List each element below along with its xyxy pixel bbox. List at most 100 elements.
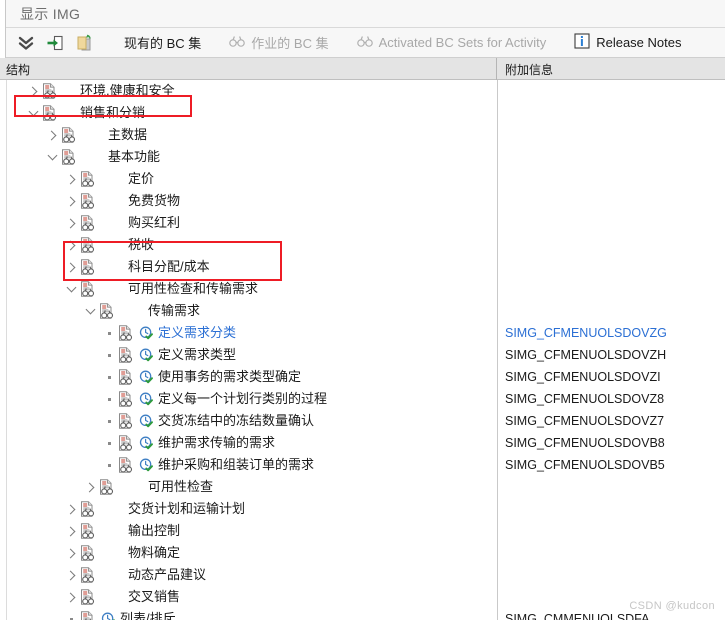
toolbar-action-release-notes[interactable]: Release Notes <box>574 33 682 52</box>
img-activity-executed-icon[interactable] <box>138 454 154 476</box>
page-title: 显示 IMG <box>20 5 81 22</box>
img-structure-node-icon <box>97 476 115 498</box>
additional-info-simg-code: SIMG_CMMENUOLSDFA <box>505 612 650 620</box>
tree-row[interactable]: 维护需求传输的需求 SIMG_CFMENUOLSDOVB8 <box>0 432 725 454</box>
tree-row[interactable]: 销售和分销 <box>0 102 725 124</box>
tree-row-label[interactable]: 列表/排斥 <box>120 608 176 620</box>
tree-toggle-collapsed-icon[interactable] <box>64 212 78 234</box>
tree-toggle-expanded-icon[interactable] <box>64 278 78 300</box>
img-activity-executed-icon[interactable] <box>138 410 154 432</box>
toolbar-action-label: 现有的 BC 集 <box>124 36 202 51</box>
img-activity-executed-icon[interactable] <box>138 366 154 388</box>
tree-row-label[interactable]: 交叉销售 <box>128 586 180 608</box>
tree-toggle-collapsed-icon[interactable] <box>64 498 78 520</box>
tree-row[interactable]: 物料确定 <box>0 542 725 564</box>
tree-row-label[interactable]: 使用事务的需求类型确定 <box>158 366 301 388</box>
tree-toggle-collapsed-icon[interactable] <box>83 476 97 498</box>
img-structure-node-icon <box>97 300 115 322</box>
tree-leaf-bullet-icon <box>102 366 116 388</box>
tree-row-label[interactable]: 免费货物 <box>128 190 180 212</box>
img-structure-node-icon <box>78 168 96 190</box>
tree-row-label[interactable]: 维护需求传输的需求 <box>158 432 275 454</box>
tree-toggle-collapsed-icon[interactable] <box>64 564 78 586</box>
toolbar-action-activated-bc-sets[interactable]: Activated BC Sets for Activity <box>356 34 547 51</box>
tree-row-label[interactable]: 可用性检查和传输需求 <box>128 278 258 300</box>
tree-toggle-expanded-icon[interactable] <box>45 146 59 168</box>
tree-toggle-collapsed-icon[interactable] <box>64 256 78 278</box>
tree-row[interactable]: 税收 <box>0 234 725 256</box>
tree-row[interactable]: 定义需求类型 SIMG_CFMENUOLSDOVZH <box>0 344 725 366</box>
toolbar-action-job-bc-sets[interactable]: 作业的 BC 集 <box>229 33 329 52</box>
tree-row[interactable]: 主数据 <box>0 124 725 146</box>
tree-toggle-collapsed-icon[interactable] <box>64 542 78 564</box>
tree-toggle-collapsed-icon[interactable] <box>64 520 78 542</box>
tree-row-label[interactable]: 环境,健康和安全 <box>80 80 175 102</box>
tree-toggle-collapsed-icon[interactable] <box>64 586 78 608</box>
tree-leaf-bullet-icon <box>102 344 116 366</box>
tree-row[interactable]: 基本功能 <box>0 146 725 168</box>
paste-clipboard-icon[interactable] <box>74 33 94 53</box>
tree-row[interactable]: 列表/排斥 SIMG_CMMENUOLSDFA <box>0 608 725 620</box>
binoculars-icon <box>356 34 373 51</box>
tree-row[interactable]: 维护采购和组装订单的需求 SIMG_CFMENUOLSDOVB5 <box>0 454 725 476</box>
tree-row[interactable]: 定价 <box>0 168 725 190</box>
tree-row-label[interactable]: 税收 <box>128 234 154 256</box>
tree-row-label[interactable]: 基本功能 <box>108 146 160 168</box>
tree-row-label[interactable]: 输出控制 <box>128 520 180 542</box>
tree-row[interactable]: 定义需求分类 SIMG_CFMENUOLSDOVZG <box>0 322 725 344</box>
toolbar-action-label: Activated BC Sets for Activity <box>378 35 547 50</box>
tree-row-label[interactable]: 维护采购和组装订单的需求 <box>158 454 314 476</box>
additional-info-simg-code: SIMG_CFMENUOLSDOVZI <box>505 370 661 384</box>
tree-row[interactable]: 购买红利 <box>0 212 725 234</box>
tree-row-label[interactable]: 可用性检查 <box>148 476 213 498</box>
tree-row-label[interactable]: 交货冻结中的冻结数量确认 <box>158 410 314 432</box>
column-header-structure[interactable]: 结构 <box>0 58 497 80</box>
tree-row-label[interactable]: 交货计划和运输计划 <box>128 498 245 520</box>
collapse-all-icon[interactable] <box>16 33 36 53</box>
tree-row-label[interactable]: 定义需求类型 <box>158 344 236 366</box>
tree-row-label[interactable]: 定价 <box>128 168 154 190</box>
tree-toggle-expanded-icon[interactable] <box>26 102 40 124</box>
additional-info-simg-code: SIMG_CFMENUOLSDOVZ8 <box>505 392 665 406</box>
tree-row-label[interactable]: 定义每一个计划行类别的过程 <box>158 388 327 410</box>
tree-toggle-collapsed-icon[interactable] <box>64 234 78 256</box>
img-structure-node-icon <box>116 388 134 410</box>
tree-toggle-collapsed-icon[interactable] <box>26 80 40 102</box>
img-structure-node-icon <box>116 344 134 366</box>
toolbar-action-existing-bc-sets[interactable]: 现有的 BC 集 <box>124 33 201 52</box>
title-bar-edge <box>0 0 6 28</box>
tree-row[interactable]: 输出控制 <box>0 520 725 542</box>
tree-row[interactable]: 可用性检查 <box>0 476 725 498</box>
tree-row-label[interactable]: 动态产品建议 <box>128 564 206 586</box>
expand-node-icon[interactable] <box>45 33 65 53</box>
tree-row[interactable]: 免费货物 <box>0 190 725 212</box>
tree-row[interactable]: 动态产品建议 <box>0 564 725 586</box>
img-activity-executed-icon[interactable] <box>138 388 154 410</box>
tree-row-label[interactable]: 主数据 <box>108 124 147 146</box>
tree-row-label[interactable]: 销售和分销 <box>80 102 145 124</box>
tree-toggle-collapsed-icon[interactable] <box>64 190 78 212</box>
tree-row[interactable]: 环境,健康和安全 <box>0 80 725 102</box>
tree-toggle-expanded-icon[interactable] <box>83 300 97 322</box>
tree-row[interactable]: 科目分配/成本 <box>0 256 725 278</box>
img-activity-executed-icon[interactable] <box>138 432 154 454</box>
column-header-additional-info[interactable]: 附加信息 <box>497 58 725 80</box>
tree-toggle-collapsed-icon[interactable] <box>45 124 59 146</box>
tree-leaf-bullet-icon <box>102 410 116 432</box>
tree-row[interactable]: 交货计划和运输计划 <box>0 498 725 520</box>
tree-row-label[interactable]: 科目分配/成本 <box>128 256 210 278</box>
tree-row[interactable]: 可用性检查和传输需求 <box>0 278 725 300</box>
img-activity-executed-icon[interactable] <box>100 608 116 620</box>
tree-row-label[interactable]: 物料确定 <box>128 542 180 564</box>
tree-toggle-collapsed-icon[interactable] <box>64 168 78 190</box>
tree-row[interactable]: 传输需求 <box>0 300 725 322</box>
tree-row[interactable]: 定义每一个计划行类别的过程 SIMG_CFMENUOLSDOVZ8 <box>0 388 725 410</box>
tree-row-label[interactable]: 定义需求分类 <box>158 322 236 344</box>
tree-row-label[interactable]: 购买红利 <box>128 212 180 234</box>
tree-row[interactable]: 交货冻结中的冻结数量确认 SIMG_CFMENUOLSDOVZ7 <box>0 410 725 432</box>
tree-row[interactable]: 使用事务的需求类型确定 SIMG_CFMENUOLSDOVZI <box>0 366 725 388</box>
img-activity-executed-icon[interactable] <box>138 344 154 366</box>
tree-row[interactable]: 交叉销售 <box>0 586 725 608</box>
img-activity-executed-icon[interactable] <box>138 322 154 344</box>
tree-row-label[interactable]: 传输需求 <box>148 300 200 322</box>
